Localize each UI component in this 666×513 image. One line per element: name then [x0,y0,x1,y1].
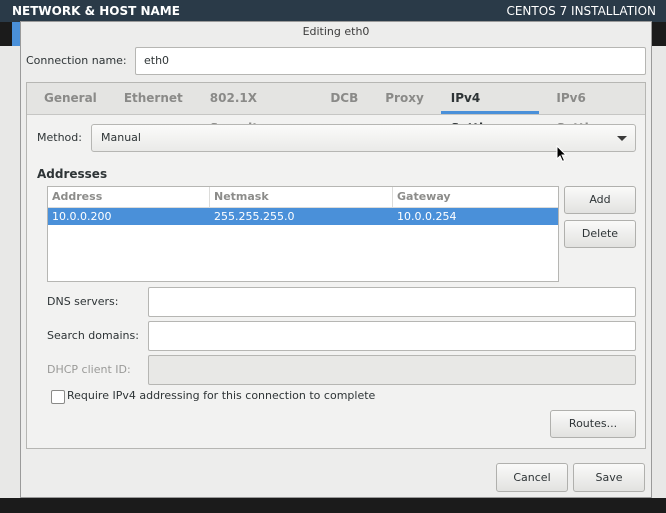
tab-bar: General Ethernet 802.1X Security DCB Pro… [27,83,645,135]
installer-title: CENTOS 7 INSTALLATION [506,4,656,18]
delete-address-button[interactable]: Delete [564,220,636,248]
require-ipv4-checkbox[interactable] [51,390,65,404]
dns-servers-input[interactable] [148,287,636,317]
table-row[interactable]: 10.0.0.200 255.255.255.0 10.0.0.254 [48,208,558,225]
netmask-cell[interactable]: 255.255.255.0 [210,208,393,225]
cancel-button[interactable]: Cancel [496,463,568,492]
dns-servers-label: DNS servers: [47,295,119,308]
column-header-netmask[interactable]: Netmask [210,187,393,207]
mouse-pointer-icon [556,145,568,163]
search-domains-input[interactable] [148,321,636,351]
routes-button[interactable]: Routes... [550,410,636,438]
edit-connection-dialog: Editing eth0 Connection name: eth0 Gener… [20,21,652,498]
addresses-table[interactable]: Address Netmask Gateway 10.0.0.200 255.2… [47,186,559,282]
spoke-title: NETWORK & HOST NAME [12,4,180,18]
gateway-cell[interactable]: 10.0.0.254 [393,208,558,225]
table-header: Address Netmask Gateway [48,187,558,208]
column-header-gateway[interactable]: Gateway [393,187,558,207]
chevron-down-icon [617,136,627,141]
method-dropdown[interactable]: Manual [91,124,636,152]
tab-8021x-security[interactable]: 802.1X Security [200,83,314,135]
installer-bottom-bar [0,498,666,513]
search-domains-label: Search domains: [47,329,139,342]
column-header-address[interactable]: Address [48,187,210,207]
settings-notebook: General Ethernet 802.1X Security DCB Pro… [26,82,646,449]
addresses-heading: Addresses [37,167,108,181]
address-cell[interactable]: 10.0.0.200 [48,208,210,225]
tab-ethernet[interactable]: Ethernet [114,83,193,114]
tab-ipv6-settings[interactable]: IPv6 Settings [546,83,645,135]
dialog-title: Editing eth0 [302,25,370,38]
method-value: Manual [101,131,141,144]
tab-general[interactable]: General [34,83,107,114]
tab-ipv4-settings[interactable]: IPv4 Settings [440,83,540,135]
tab-dcb[interactable]: DCB [320,83,368,114]
method-label: Method: [37,131,82,144]
dhcp-client-id-label: DHCP client ID: [47,363,131,376]
connection-name-label: Connection name: [26,54,127,67]
require-ipv4-label[interactable]: Require IPv4 addressing for this connect… [67,389,375,402]
dhcp-client-id-input [148,355,636,385]
connection-name-input[interactable]: eth0 [135,47,646,75]
add-address-button[interactable]: Add [564,186,636,214]
tab-proxy[interactable]: Proxy [375,83,434,114]
save-button[interactable]: Save [573,463,645,492]
